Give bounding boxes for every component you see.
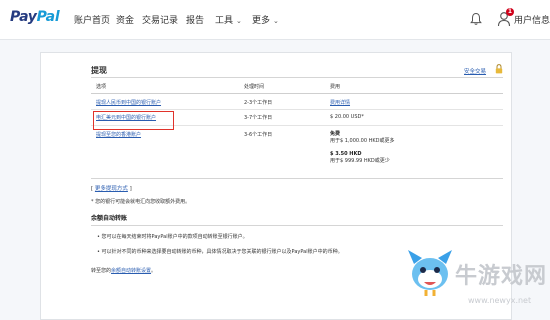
auto-transfer-footer: 转至您的余额自动转账设置。 <box>91 268 157 274</box>
fee-cell: 费用详情 <box>325 93 503 110</box>
table-row: 提现人民币到中国的银行账户 2-3个工作日 费用详情 <box>91 93 503 110</box>
watermark-mascot-icon <box>408 250 452 296</box>
fee-cell: $ 20.00 USD* <box>325 109 503 126</box>
option-link-cny-bank[interactable]: 提现人民币到中国的银行账户 <box>96 100 161 106</box>
chevron-down-icon: ⌄ <box>273 17 279 25</box>
fee-details-link[interactable]: 费用详情 <box>330 100 350 106</box>
notification-badge: 1 <box>506 8 514 16</box>
nav-item-reports[interactable]: 报告 <box>186 13 204 26</box>
time-cell: 2-3个工作日 <box>239 93 325 110</box>
auto-transfer-settings-link[interactable]: 余额自动转账设置 <box>111 268 151 274</box>
title-divider <box>91 77 503 78</box>
table-header-row: 选项 处理时间 费用 <box>91 81 503 94</box>
bell-icon[interactable] <box>470 12 482 26</box>
watermark-text: 牛游戏网 <box>455 264 548 289</box>
table-bottom-divider <box>91 178 503 179</box>
auto-transfer-bullet: • 可以针对不同的币种来选择要自动转账的币种，具体情况取决于您关联的银行账户以及… <box>97 249 343 255</box>
lock-icon <box>495 64 503 74</box>
nav-item-more[interactable]: 更多 ⌄ <box>252 13 279 26</box>
auto-transfer-divider <box>91 225 503 226</box>
fee-small-note: 用于$ 999.99 HKD或更少 <box>330 157 390 164</box>
auto-transfer-heading: 余额自动转账 <box>91 215 128 222</box>
time-cell: 3-6个工作日 <box>244 131 273 138</box>
paypal-logo[interactable]: PayPal <box>10 9 60 25</box>
column-header-fee: 费用 <box>325 81 503 94</box>
nav-item-transactions[interactable]: 交易记录 <box>142 13 178 26</box>
option-cell: 提现至您的香港账户 <box>91 125 239 169</box>
nav-item-account-home[interactable]: 账户首页 <box>74 13 110 26</box>
time-cell: 3-7个工作日 <box>239 109 325 126</box>
bank-fee-note: * 您的银行可能会就电汇向您收取额外费用。 <box>91 199 191 205</box>
highlight-box <box>93 111 174 130</box>
page-title: 提现 <box>91 66 107 75</box>
user-info-link[interactable]: 用户信息 <box>514 13 550 26</box>
fee-free-note: 用于$ 1,000.00 HKD或更多 <box>330 137 395 144</box>
fee-free-label: 免费 <box>330 130 341 137</box>
more-withdraw-methods-link[interactable]: 更多提现方式 <box>95 186 128 192</box>
chevron-down-icon: ⌄ <box>236 17 242 25</box>
fee-small-label: $ 3.50 HKD <box>330 150 362 157</box>
security-link[interactable]: 安全交易 <box>464 67 486 75</box>
nav-item-tools[interactable]: 工具 ⌄ <box>215 13 242 26</box>
more-withdraw-methods: [ 更多提现方式 ] <box>91 186 132 192</box>
column-header-option: 选项 <box>91 81 239 94</box>
auto-transfer-bullet: • 您可以在每天结束时将PayPal账户中的款项自动转账至银行账户。 <box>97 234 248 240</box>
nav-item-funds[interactable]: 资金 <box>116 13 134 26</box>
fee-cell: 免费 用于$ 1,000.00 HKD或更多 $ 3.50 HKD 用于$ 99… <box>325 125 503 169</box>
top-nav: PayPal 账户首页 资金 交易记录 报告 工具 ⌄ 更多 ⌄ 1 用户信息 <box>0 0 550 40</box>
table-row: 提现至您的香港账户 3-6个工作日 免费 用于$ 1,000.00 HKD或更多… <box>91 125 503 169</box>
column-header-time: 处理时间 <box>239 81 325 94</box>
option-cell: 提现人民币到中国的银行账户 <box>91 93 239 110</box>
watermark-url: www.newyx.net <box>468 296 532 305</box>
option-link-hk-account[interactable]: 提现至您的香港账户 <box>96 132 141 138</box>
